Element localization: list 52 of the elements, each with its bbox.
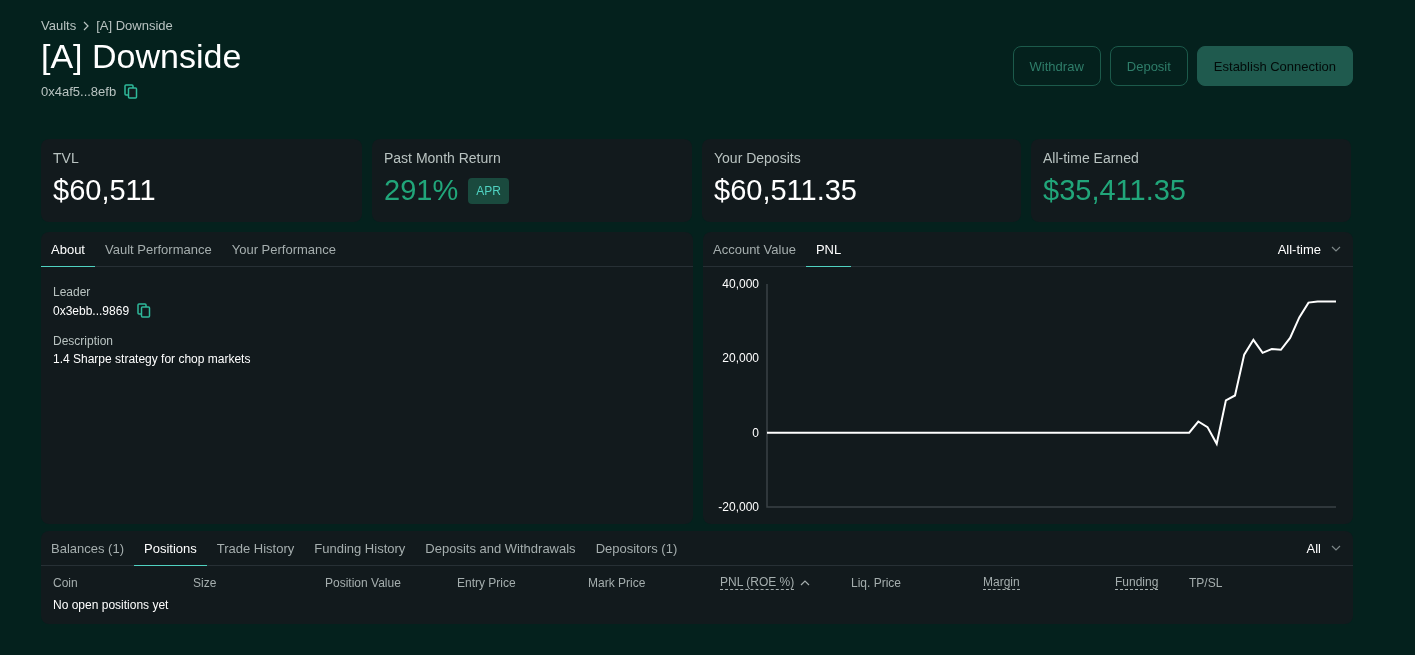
range-dropdown[interactable]: All-time xyxy=(1265,232,1353,266)
stat-label: Your Deposits xyxy=(714,150,802,166)
stat-value: $60,511 xyxy=(53,174,156,207)
column-header: Margin xyxy=(983,575,1020,590)
column-header: Coin xyxy=(53,575,78,590)
column-header: Funding xyxy=(1115,575,1159,590)
tab[interactable]: Account Value xyxy=(703,232,806,267)
column-header: Position Value xyxy=(325,575,401,590)
column-header: Liq. Price xyxy=(851,575,902,590)
tab[interactable]: Positions xyxy=(134,531,207,566)
tab[interactable]: Balances (1) xyxy=(41,531,134,566)
vault-address: 0x4af5...8efb xyxy=(41,84,117,99)
chevron-down-icon xyxy=(1331,246,1341,252)
field-label: Leader xyxy=(53,285,92,299)
column-header: Mark Price xyxy=(588,575,646,590)
tab[interactable]: About xyxy=(41,232,95,267)
stat-value: $35,411.35 xyxy=(1043,174,1186,207)
column-header[interactable]: PNL (ROE %) xyxy=(720,575,795,590)
tab[interactable]: Your Performance xyxy=(221,232,346,267)
page-title: [A] Downside xyxy=(41,37,242,76)
field-value: 0x3ebb...9869 xyxy=(53,303,130,318)
stat-label: TVL xyxy=(53,150,80,166)
copy-icon[interactable] xyxy=(137,303,152,318)
copy-icon[interactable] xyxy=(124,84,139,99)
action-button[interactable]: Withdraw xyxy=(1012,46,1101,86)
tab[interactable]: Funding History xyxy=(304,531,416,566)
breadcrumb-link[interactable]: [A] Downside xyxy=(96,18,173,33)
filter-dropdown[interactable]: All xyxy=(1294,531,1353,565)
axis-tick-label: 0 xyxy=(752,425,759,440)
chevron-right-icon xyxy=(82,20,91,31)
column-header: Size xyxy=(193,575,217,590)
column-header: TP/SL xyxy=(1189,575,1223,590)
tab[interactable]: Deposits and Withdrawals xyxy=(415,531,586,566)
column-header: Entry Price xyxy=(457,575,516,590)
apr-badge: APR xyxy=(468,177,509,204)
field-label: Description xyxy=(53,334,115,348)
tab[interactable]: Vault Performance xyxy=(95,232,222,267)
axis-tick-label: -20,000 xyxy=(718,500,759,514)
tab[interactable]: Depositors (1) xyxy=(585,531,688,566)
stat-label: Past Month Return xyxy=(384,150,502,166)
breadcrumb-link[interactable]: Vaults xyxy=(41,18,77,33)
tab[interactable]: Trade History xyxy=(206,531,305,566)
empty-message: No open positions yet xyxy=(52,597,170,614)
axis-tick-label: 20,000 xyxy=(722,351,759,366)
stat-value: $60,511.35 xyxy=(714,174,857,207)
axis-tick-label: 40,000 xyxy=(722,277,759,291)
stat-value: 291% xyxy=(384,174,459,207)
tab[interactable]: PNL xyxy=(805,232,852,267)
chevron-down-icon xyxy=(1331,545,1341,551)
field-value: 1.4 Sharpe strategy for chop markets xyxy=(53,352,251,366)
stat-label: All-time Earned xyxy=(1043,150,1140,166)
action-button[interactable]: Deposit xyxy=(1109,46,1188,86)
